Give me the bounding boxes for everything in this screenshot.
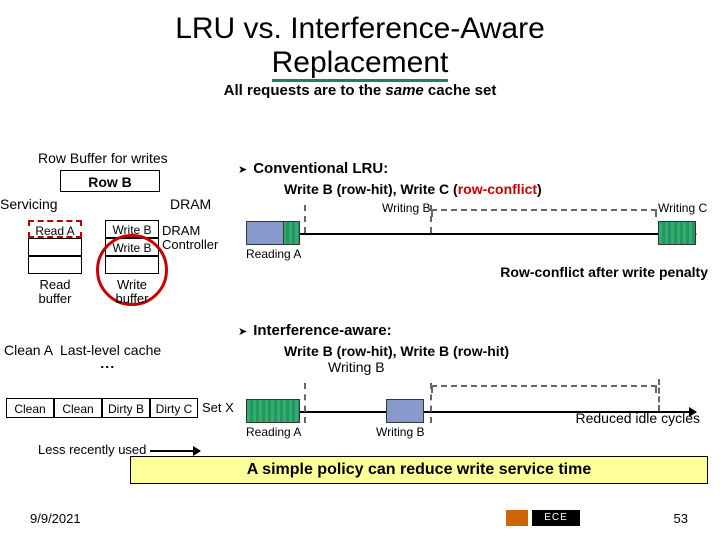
bullet-icon: ➤ (238, 163, 247, 176)
reduced-cycles-label: Reduced idle cycles (575, 410, 700, 426)
row-buffer-label: Row Buffer for writes (38, 150, 168, 166)
footer-date: 9/9/2021 (30, 511, 81, 526)
writing-c-label: Writing C (658, 201, 707, 215)
conventional-lru-block: ➤ Conventional LRU: Write B (row-hit), W… (238, 160, 718, 257)
ia-timeline: Reading A Writing B (246, 377, 718, 435)
lru-subtext: Write B (row-hit), Write C (row-conflict… (284, 181, 718, 197)
vertical-dots-icon: ⋮ (100, 360, 116, 390)
lru-arrow-icon (150, 450, 200, 452)
servicing-label: Servicing (0, 196, 58, 212)
write-buffer-label: Writebuffer (105, 278, 159, 306)
slide-subheader: All requests are to the same cache set (0, 82, 720, 99)
row-b-box: Row B (60, 170, 160, 192)
penalty-label: Row-conflict after write penalty (500, 264, 708, 280)
writing-c-bar (658, 221, 696, 245)
dram-controller-label: DRAMController (162, 224, 218, 252)
writing-b-label: Writing B (382, 201, 430, 215)
ia-subtext: Write B (row-hit), Write B (row-hit) (284, 343, 718, 359)
clean-a-label: Clean A (4, 342, 53, 358)
lru-heading: Conventional LRU: (253, 160, 388, 177)
conclusion-banner: A simple policy can reduce write service… (130, 456, 708, 484)
read-buffer-label: Readbuffer (28, 278, 82, 306)
ia-reading-a-bar (246, 399, 300, 423)
ia-writing-b-bar (386, 399, 424, 423)
llc-cell-3: Dirty C (150, 398, 198, 418)
slide-title: LRU vs. Interference-Aware Replacement (0, 0, 720, 82)
read-a-cell: Read A (28, 220, 82, 238)
ut-logo-icon (506, 510, 528, 526)
ia-reading-a-label: Reading A (246, 425, 301, 439)
llc-label: Last-level cache (60, 342, 161, 358)
read-buffer-grid: Read A (28, 220, 82, 274)
llc-set-row: Clean Clean Dirty B Dirty C (6, 398, 198, 418)
set-x-label: Set X (202, 400, 234, 415)
bullet-icon: ➤ (238, 325, 247, 338)
ia-writing-b-top: Writing B (328, 359, 718, 375)
page-number: 53 (674, 511, 688, 526)
ia-heading: Interference-aware: (253, 322, 391, 339)
llc-cell-1: Clean (54, 398, 102, 418)
llc-cell-0: Clean (6, 398, 54, 418)
lru-timeline: Writing B Writing C Reading A (246, 199, 718, 257)
ece-logo: ECE (532, 510, 580, 526)
llc-cell-2: Dirty B (102, 398, 150, 418)
ia-writing-b-label: Writing B (376, 425, 424, 439)
dram-label: DRAM (170, 196, 211, 212)
reading-a-label: Reading A (246, 247, 301, 261)
writing-b-bar (246, 221, 284, 245)
lru-direction-label: Less recently used (38, 442, 146, 457)
